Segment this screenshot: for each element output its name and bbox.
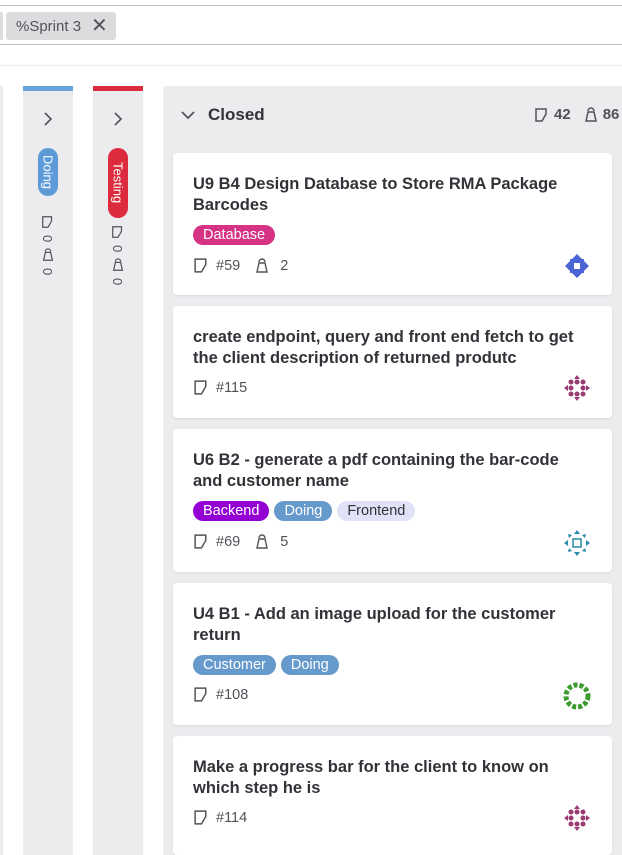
avatar[interactable] — [562, 373, 592, 403]
issue-icon — [194, 687, 207, 702]
weight-icon — [112, 258, 123, 272]
issue-ref: #108 — [216, 686, 249, 703]
issue-card[interactable]: Make a progress bar for the client to kn… — [173, 736, 612, 855]
issue-meta: #115 — [193, 379, 261, 396]
column-counts-doing: 0 0 — [40, 215, 55, 275]
issue-ref: #69 — [216, 533, 241, 550]
close-icon[interactable]: ✕ — [91, 16, 108, 36]
issue-card[interactable]: U4 B1 - Add an image upload for the cust… — [173, 583, 612, 725]
issue-card[interactable]: create endpoint, query and front end fet… — [173, 306, 612, 418]
issue-title[interactable]: create endpoint, query and front end fet… — [193, 327, 588, 369]
weight-icon — [584, 106, 597, 122]
label-badge[interactable]: Frontend — [337, 501, 416, 521]
label-badge[interactable]: Customer — [193, 655, 276, 675]
filter-token-milestone[interactable]: %Sprint 3 ✕ — [6, 12, 116, 40]
weight-count: 0 — [40, 268, 55, 276]
divider — [0, 65, 622, 66]
filter-bar-edge — [0, 12, 3, 40]
weight-icon — [42, 248, 53, 262]
issue-icon — [194, 258, 207, 273]
issue-weight: 5 — [280, 533, 289, 550]
avatar[interactable] — [562, 251, 592, 281]
weight-count: 86 — [602, 106, 620, 123]
issue-icon — [111, 226, 122, 238]
label-badge[interactable]: Database — [193, 225, 276, 245]
issue-title[interactable]: U4 B1 - Add an image upload for the cust… — [193, 604, 588, 646]
issue-meta: #114 — [193, 809, 261, 826]
avatar[interactable] — [562, 528, 592, 558]
issue-ref: #114 — [216, 809, 248, 826]
column-stats: 42 86 — [534, 106, 619, 123]
issue-icon — [194, 534, 207, 549]
issue-title[interactable]: U9 B4 Design Database to Store RMA Packa… — [193, 174, 588, 216]
label-list: Database — [193, 225, 276, 245]
board-column-testing[interactable]: Testing 0 0 — [93, 86, 143, 855]
issue-icon — [194, 810, 207, 825]
column-label-testing: Testing — [108, 148, 128, 218]
issue-title[interactable]: U6 B2 - generate a pdf containing the ba… — [193, 450, 588, 492]
issue-count: 0 — [110, 245, 125, 253]
issue-card[interactable]: U6 B2 - generate a pdf containing the ba… — [173, 429, 612, 572]
column-counts-testing: 0 0 — [110, 225, 125, 285]
issue-ref: #115 — [216, 379, 248, 396]
weight-icon — [256, 257, 269, 273]
issue-weight: 2 — [280, 257, 289, 274]
issue-meta: #59 2 — [193, 257, 288, 274]
label-list: Customer Doing — [193, 655, 339, 675]
chevron-down-icon[interactable] — [179, 106, 197, 124]
label-badge[interactable]: Backend — [193, 501, 270, 521]
issue-meta: #69 5 — [193, 533, 288, 550]
issue-icon — [194, 380, 207, 395]
label-badge[interactable]: Doing — [274, 501, 333, 521]
weight-icon — [256, 533, 269, 549]
chevron-right-icon[interactable] — [93, 109, 143, 132]
label-badge[interactable]: Doing — [280, 655, 339, 675]
chevron-right-icon[interactable] — [23, 109, 73, 132]
column-title: Closed — [208, 105, 265, 124]
issue-count: 42 — [554, 106, 571, 123]
issue-ref: #59 — [216, 257, 241, 274]
filter-bar[interactable]: %Sprint 3 ✕ — [0, 5, 622, 45]
issue-count: 0 — [40, 235, 55, 243]
issue-card[interactable]: U9 B4 Design Database to Store RMA Packa… — [173, 153, 612, 295]
issue-meta: #108 — [193, 686, 262, 703]
board-column-doing[interactable]: Doing 0 0 — [23, 86, 73, 855]
weight-count: 0 — [110, 278, 125, 286]
label-list: Backend Doing Frontend — [193, 501, 416, 521]
board-column-partial — [0, 86, 3, 855]
filter-token-label: %Sprint 3 — [16, 17, 82, 35]
column-header-closed[interactable]: Closed 42 86 — [163, 86, 622, 144]
avatar[interactable] — [562, 803, 592, 833]
issue-icon — [535, 107, 547, 122]
avatar[interactable] — [562, 681, 592, 711]
issue-title[interactable]: Make a progress bar for the client to kn… — [193, 757, 588, 799]
board-column-closed: Closed 42 86 U9 B4 Design Database to St… — [163, 86, 622, 855]
column-label-doing: Doing — [38, 148, 58, 196]
issue-icon — [41, 216, 52, 228]
